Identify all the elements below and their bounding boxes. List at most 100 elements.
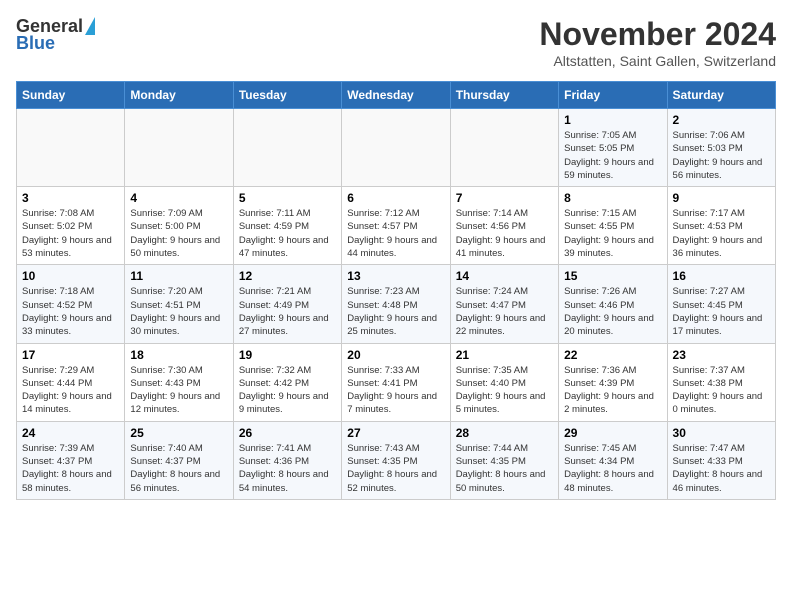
weekday-header-row: SundayMondayTuesdayWednesdayThursdayFrid…: [17, 82, 776, 109]
weekday-header-friday: Friday: [559, 82, 667, 109]
day-info: Sunrise: 7:30 AM Sunset: 4:43 PM Dayligh…: [130, 364, 227, 417]
calendar-day-cell: [450, 109, 558, 187]
day-number: 22: [564, 348, 661, 362]
day-info: Sunrise: 7:12 AM Sunset: 4:57 PM Dayligh…: [347, 207, 444, 260]
weekday-header-wednesday: Wednesday: [342, 82, 450, 109]
page-header: General Blue November 2024 Altstatten, S…: [16, 16, 776, 69]
logo-blue-text: Blue: [16, 33, 55, 54]
calendar-week-row: 17 Sunrise: 7:29 AM Sunset: 4:44 PM Dayli…: [17, 343, 776, 421]
day-number: 9: [673, 191, 770, 205]
calendar-day-cell: 8Sunrise: 7:15 AM Sunset: 4:55 PM Daylig…: [559, 187, 667, 265]
day-number: 18: [130, 348, 227, 362]
day-number: 8: [564, 191, 661, 205]
day-number: 17: [22, 348, 119, 362]
day-number: 7: [456, 191, 553, 205]
day-number: 5: [239, 191, 336, 205]
calendar-day-cell: 9 Sunrise: 7:17 AM Sunset: 4:53 PM Daylig…: [667, 187, 775, 265]
day-number: 28: [456, 426, 553, 440]
day-info: Sunrise: 7:20 AM Sunset: 4:51 PM Dayligh…: [130, 285, 227, 338]
calendar-day-cell: 15Sunrise: 7:26 AM Sunset: 4:46 PM Dayli…: [559, 265, 667, 343]
day-number: 21: [456, 348, 553, 362]
calendar-day-cell: 10Sunrise: 7:18 AM Sunset: 4:52 PM Dayli…: [17, 265, 125, 343]
day-info: Sunrise: 7:14 AM Sunset: 4:56 PM Dayligh…: [456, 207, 553, 260]
calendar-day-cell: 18 Sunrise: 7:30 AM Sunset: 4:43 PM Dayli…: [125, 343, 233, 421]
calendar-day-cell: 16 Sunrise: 7:27 AM Sunset: 4:45 PM Dayli…: [667, 265, 775, 343]
weekday-header-saturday: Saturday: [667, 82, 775, 109]
day-info: Sunrise: 7:35 AM Sunset: 4:40 PM Dayligh…: [456, 364, 553, 417]
calendar-day-cell: 14 Sunrise: 7:24 AM Sunset: 4:47 PM Dayli…: [450, 265, 558, 343]
day-info: Sunrise: 7:47 AM Sunset: 4:33 PM Dayligh…: [673, 442, 770, 495]
calendar-week-row: 10Sunrise: 7:18 AM Sunset: 4:52 PM Dayli…: [17, 265, 776, 343]
calendar-week-row: 1Sunrise: 7:05 AM Sunset: 5:05 PM Daylig…: [17, 109, 776, 187]
day-info: Sunrise: 7:44 AM Sunset: 4:35 PM Dayligh…: [456, 442, 553, 495]
calendar-week-row: 3 Sunrise: 7:08 AM Sunset: 5:02 PM Daylig…: [17, 187, 776, 265]
day-number: 2: [673, 113, 770, 127]
day-info: Sunrise: 7:29 AM Sunset: 4:44 PM Dayligh…: [22, 364, 119, 417]
day-number: 23: [673, 348, 770, 362]
day-info: Sunrise: 7:36 AM Sunset: 4:39 PM Dayligh…: [564, 364, 661, 417]
calendar-day-cell: 29 Sunrise: 7:45 AM Sunset: 4:34 PM Dayli…: [559, 421, 667, 499]
day-number: 1: [564, 113, 661, 127]
calendar-day-cell: 21 Sunrise: 7:35 AM Sunset: 4:40 PM Dayli…: [450, 343, 558, 421]
day-number: 26: [239, 426, 336, 440]
day-info: Sunrise: 7:17 AM Sunset: 4:53 PM Dayligh…: [673, 207, 770, 260]
day-number: 11: [130, 269, 227, 283]
weekday-header-tuesday: Tuesday: [233, 82, 341, 109]
day-number: 24: [22, 426, 119, 440]
day-number: 30: [673, 426, 770, 440]
day-number: 27: [347, 426, 444, 440]
calendar-day-cell: 2 Sunrise: 7:06 AM Sunset: 5:03 PM Daylig…: [667, 109, 775, 187]
calendar-header: SundayMondayTuesdayWednesdayThursdayFrid…: [17, 82, 776, 109]
calendar-day-cell: 12 Sunrise: 7:21 AM Sunset: 4:49 PM Dayli…: [233, 265, 341, 343]
day-number: 3: [22, 191, 119, 205]
day-info: Sunrise: 7:24 AM Sunset: 4:47 PM Dayligh…: [456, 285, 553, 338]
day-number: 15: [564, 269, 661, 283]
day-info: Sunrise: 7:32 AM Sunset: 4:42 PM Dayligh…: [239, 364, 336, 417]
day-number: 4: [130, 191, 227, 205]
day-info: Sunrise: 7:21 AM Sunset: 4:49 PM Dayligh…: [239, 285, 336, 338]
calendar-day-cell: 3 Sunrise: 7:08 AM Sunset: 5:02 PM Daylig…: [17, 187, 125, 265]
calendar-day-cell: 28 Sunrise: 7:44 AM Sunset: 4:35 PM Dayli…: [450, 421, 558, 499]
day-number: 16: [673, 269, 770, 283]
calendar-week-row: 24 Sunrise: 7:39 AM Sunset: 4:37 PM Dayli…: [17, 421, 776, 499]
calendar-day-cell: [125, 109, 233, 187]
weekday-header-thursday: Thursday: [450, 82, 558, 109]
weekday-header-sunday: Sunday: [17, 82, 125, 109]
logo-triangle-icon: [85, 17, 95, 35]
calendar-day-cell: 7 Sunrise: 7:14 AM Sunset: 4:56 PM Daylig…: [450, 187, 558, 265]
calendar-body: 1Sunrise: 7:05 AM Sunset: 5:05 PM Daylig…: [17, 109, 776, 500]
calendar-day-cell: 22 Sunrise: 7:36 AM Sunset: 4:39 PM Dayli…: [559, 343, 667, 421]
calendar-day-cell: 27 Sunrise: 7:43 AM Sunset: 4:35 PM Dayli…: [342, 421, 450, 499]
calendar-day-cell: 1Sunrise: 7:05 AM Sunset: 5:05 PM Daylig…: [559, 109, 667, 187]
day-info: Sunrise: 7:40 AM Sunset: 4:37 PM Dayligh…: [130, 442, 227, 495]
calendar-day-cell: 4Sunrise: 7:09 AM Sunset: 5:00 PM Daylig…: [125, 187, 233, 265]
calendar-title-area: November 2024 Altstatten, Saint Gallen, …: [539, 16, 776, 69]
calendar-day-cell: 6 Sunrise: 7:12 AM Sunset: 4:57 PM Daylig…: [342, 187, 450, 265]
day-info: Sunrise: 7:08 AM Sunset: 5:02 PM Dayligh…: [22, 207, 119, 260]
day-info: Sunrise: 7:27 AM Sunset: 4:45 PM Dayligh…: [673, 285, 770, 338]
day-info: Sunrise: 7:45 AM Sunset: 4:34 PM Dayligh…: [564, 442, 661, 495]
calendar-day-cell: 17 Sunrise: 7:29 AM Sunset: 4:44 PM Dayli…: [17, 343, 125, 421]
calendar-day-cell: 26Sunrise: 7:41 AM Sunset: 4:36 PM Dayli…: [233, 421, 341, 499]
day-info: Sunrise: 7:11 AM Sunset: 4:59 PM Dayligh…: [239, 207, 336, 260]
day-info: Sunrise: 7:06 AM Sunset: 5:03 PM Dayligh…: [673, 129, 770, 182]
calendar-day-cell: 13Sunrise: 7:23 AM Sunset: 4:48 PM Dayli…: [342, 265, 450, 343]
calendar-day-cell: 24 Sunrise: 7:39 AM Sunset: 4:37 PM Dayli…: [17, 421, 125, 499]
day-info: Sunrise: 7:39 AM Sunset: 4:37 PM Dayligh…: [22, 442, 119, 495]
day-number: 6: [347, 191, 444, 205]
calendar-day-cell: [342, 109, 450, 187]
day-number: 10: [22, 269, 119, 283]
calendar-day-cell: [17, 109, 125, 187]
day-number: 12: [239, 269, 336, 283]
day-number: 29: [564, 426, 661, 440]
day-number: 19: [239, 348, 336, 362]
calendar-day-cell: 5 Sunrise: 7:11 AM Sunset: 4:59 PM Daylig…: [233, 187, 341, 265]
day-info: Sunrise: 7:23 AM Sunset: 4:48 PM Dayligh…: [347, 285, 444, 338]
calendar-day-cell: 11 Sunrise: 7:20 AM Sunset: 4:51 PM Dayli…: [125, 265, 233, 343]
day-info: Sunrise: 7:43 AM Sunset: 4:35 PM Dayligh…: [347, 442, 444, 495]
day-number: 14: [456, 269, 553, 283]
logo: General Blue: [16, 16, 95, 54]
day-number: 20: [347, 348, 444, 362]
calendar-day-cell: [233, 109, 341, 187]
day-info: Sunrise: 7:33 AM Sunset: 4:41 PM Dayligh…: [347, 364, 444, 417]
